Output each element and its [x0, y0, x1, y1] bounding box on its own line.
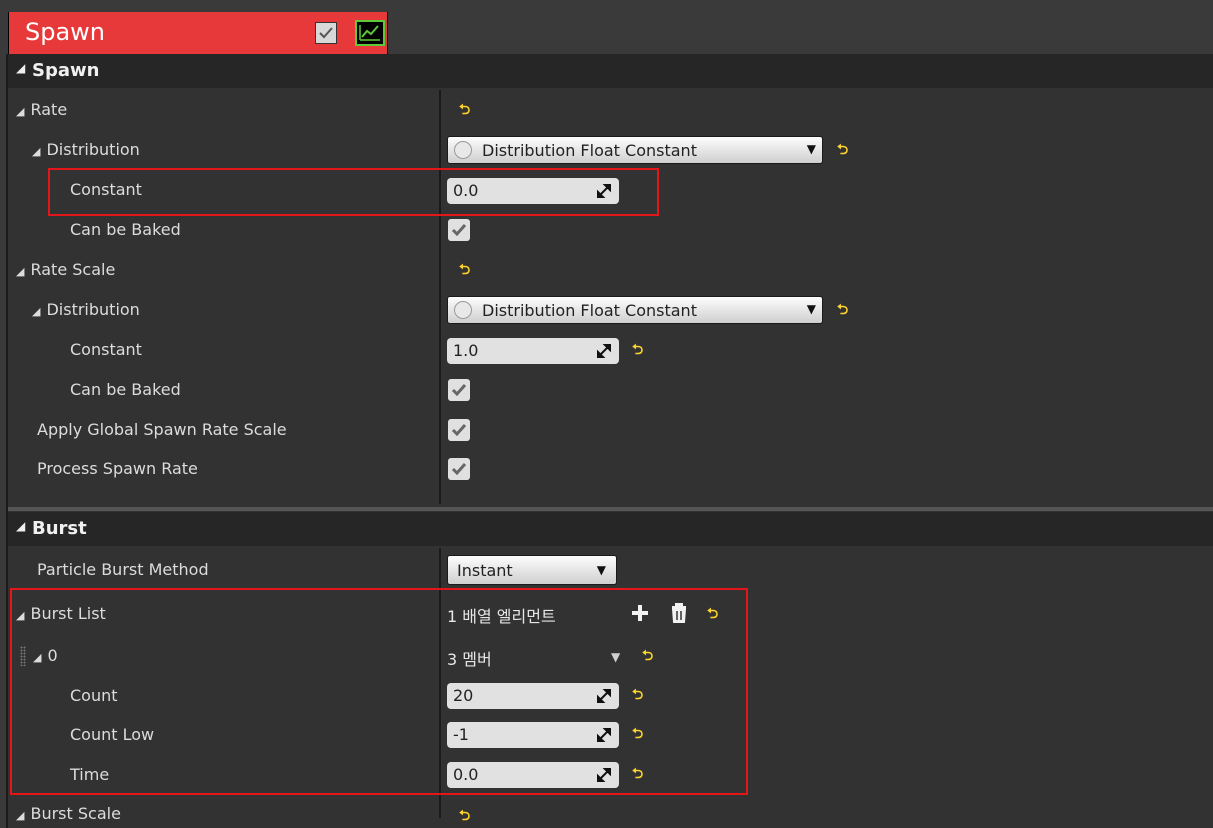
- property-label: Process Spawn Rate: [37, 459, 198, 478]
- property-row-process-spawn-rate: Process Spawn Rate: [8, 449, 1213, 489]
- property-label[interactable]: ◢ Burst Scale: [16, 804, 121, 823]
- module-tab-bar: Spawn: [0, 0, 1213, 54]
- property-label: Can be Baked: [70, 380, 181, 399]
- property-row-rate-distribution: ◢ Distribution Distribution Float Constan…: [8, 130, 1213, 170]
- category-spawn[interactable]: ◢ Spawn: [8, 54, 1213, 88]
- property-row-rate-scale-constant: Constant 1.0 ⮌: [8, 330, 1213, 370]
- expand-triangle-icon[interactable]: ◢: [32, 305, 40, 318]
- chevron-down-icon: ▼: [596, 563, 606, 577]
- property-label[interactable]: ◢ Rate: [16, 100, 67, 119]
- property-label: Particle Burst Method: [37, 560, 209, 579]
- constant-input[interactable]: 1.0: [447, 338, 619, 364]
- category-title: Burst: [32, 518, 87, 539]
- process-spawn-rate-checkbox[interactable]: [448, 458, 470, 480]
- property-label: Can be Baked: [70, 220, 181, 239]
- spawn-module-tab[interactable]: Spawn: [8, 12, 388, 54]
- radio-icon: [454, 141, 472, 159]
- expand-triangle-icon[interactable]: ◢: [16, 809, 24, 822]
- details-panel: ◢ Spawn ◢ Rate ⮌ ◢ Distribution Distributi…: [6, 54, 1213, 828]
- reset-to-default-icon[interactable]: ⮌: [459, 103, 473, 117]
- property-row-rate-scale-can-be-baked: Can be Baked: [8, 370, 1213, 410]
- property-row-rate-scale-distribution: ◢ Distribution Distribution Float Constan…: [8, 290, 1213, 330]
- property-row-apply-global-spawn-rate-scale: Apply Global Spawn Rate Scale: [8, 410, 1213, 450]
- reset-to-default-icon[interactable]: ⮌: [459, 809, 473, 823]
- expand-triangle-icon[interactable]: ◢: [16, 105, 24, 118]
- module-title: Spawn: [25, 18, 106, 46]
- property-label: Apply Global Spawn Rate Scale: [37, 420, 287, 439]
- collapse-triangle-icon[interactable]: ◢: [16, 519, 25, 533]
- highlight-box-rate-constant: [48, 168, 659, 216]
- expand-triangle-icon[interactable]: ◢: [32, 145, 40, 158]
- reset-to-default-icon[interactable]: ⮌: [632, 343, 646, 357]
- distribution-dropdown[interactable]: Distribution Float Constant ▼: [447, 136, 823, 164]
- chevron-down-icon: ▼: [806, 302, 816, 316]
- property-row-rate: ◢ Rate ⮌: [8, 90, 1213, 130]
- section-divider: [8, 507, 1213, 511]
- category-title: Spawn: [32, 60, 100, 81]
- property-label: Constant: [70, 340, 142, 359]
- burst-method-dropdown[interactable]: Instant ▼: [447, 555, 617, 585]
- can-be-baked-checkbox[interactable]: [448, 219, 470, 241]
- curve-graph-icon[interactable]: [355, 20, 385, 46]
- property-row-burst-scale: ◢ Burst Scale ⮌: [8, 796, 1213, 828]
- can-be-baked-checkbox[interactable]: [448, 379, 470, 401]
- radio-icon: [454, 301, 472, 319]
- module-enabled-checkbox-icon[interactable]: [315, 22, 337, 44]
- property-label[interactable]: ◢ Distribution: [32, 300, 140, 319]
- category-burst[interactable]: ◢ Burst: [8, 512, 1213, 546]
- property-label[interactable]: ◢ Distribution: [32, 140, 140, 159]
- reset-to-default-icon[interactable]: ⮌: [459, 263, 473, 277]
- chevron-down-icon: ▼: [806, 142, 816, 156]
- property-row-rate-can-be-baked: Can be Baked: [8, 210, 1213, 250]
- reset-to-default-icon[interactable]: ⮌: [837, 143, 851, 157]
- collapse-triangle-icon[interactable]: ◢: [16, 61, 25, 75]
- expand-triangle-icon[interactable]: ◢: [16, 265, 24, 278]
- property-row-rate-scale: ◢ Rate Scale ⮌: [8, 250, 1213, 290]
- property-label[interactable]: ◢ Rate Scale: [16, 260, 115, 279]
- highlight-box-burst-list: [10, 588, 748, 795]
- distribution-dropdown[interactable]: Distribution Float Constant ▼: [447, 296, 823, 324]
- drag-resize-icon[interactable]: [597, 344, 611, 358]
- reset-to-default-icon[interactable]: ⮌: [837, 303, 851, 317]
- apply-global-checkbox[interactable]: [448, 419, 470, 441]
- property-row-particle-burst-method: Particle Burst Method Instant ▼: [8, 550, 1213, 590]
